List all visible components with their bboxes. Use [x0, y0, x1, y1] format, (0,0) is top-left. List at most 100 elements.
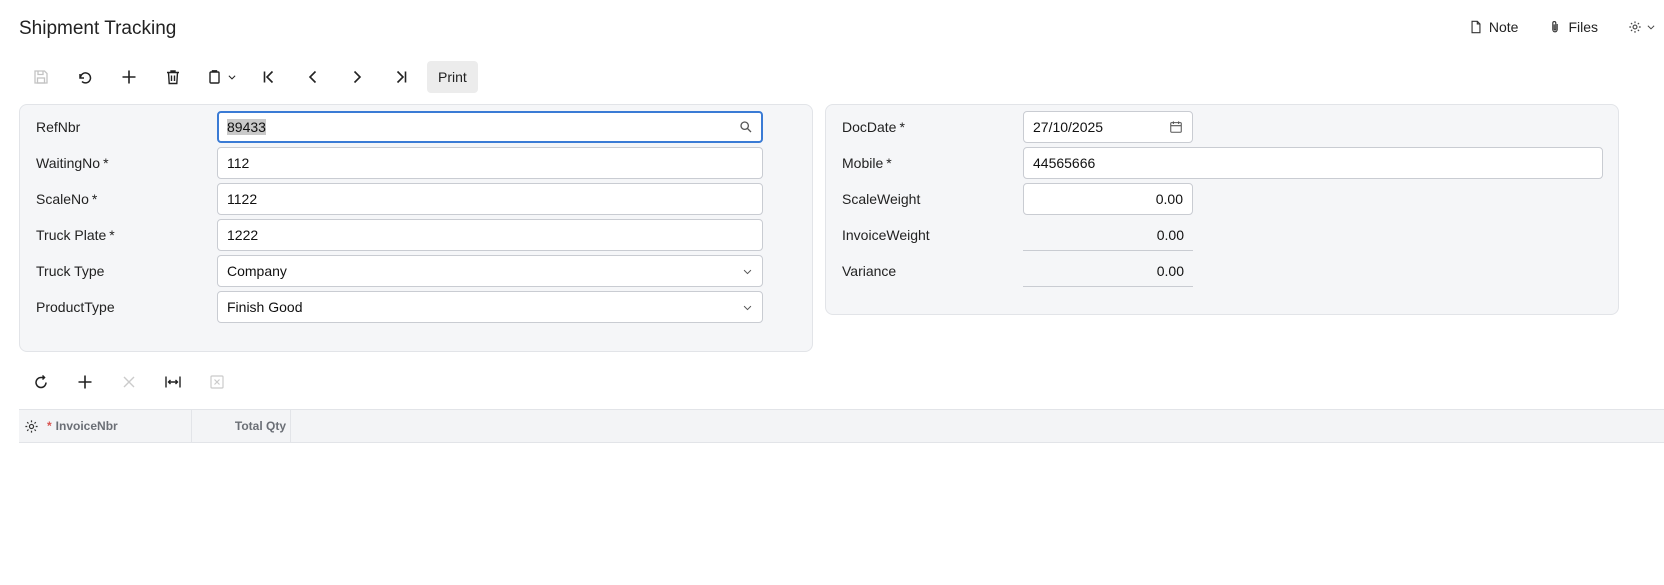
docdate-label: DocDate [842, 119, 897, 135]
product-type-label: ProductType [36, 299, 115, 315]
mobile-row: Mobile * 44565666 [842, 147, 1603, 179]
column-header-total-qty[interactable]: Total Qty [192, 410, 291, 442]
chevron-down-icon [1647, 25, 1655, 30]
fit-width-icon [165, 376, 181, 388]
last-page-icon [396, 70, 407, 84]
mobile-label: Mobile [842, 155, 884, 171]
copy-paste-menu-button[interactable] [195, 61, 247, 93]
truck-type-value: Company [227, 263, 287, 279]
invoice-weight-label: InvoiceWeight [842, 227, 930, 243]
grid-settings-button[interactable] [19, 410, 43, 442]
invoice-weight-value: 0.00 [1023, 219, 1193, 251]
chevron-down-icon [743, 269, 752, 274]
docdate-value: 27/10/2025 [1033, 119, 1104, 135]
form-panel-left: RefNbr 89433 WaitingNo * 112 ScaleNo * 112… [19, 104, 813, 352]
settings-menu-button[interactable] [1628, 20, 1656, 34]
truck-plate-label: Truck Plate [36, 227, 107, 243]
previous-record-button[interactable] [291, 61, 335, 93]
mobile-input[interactable]: 44565666 [1023, 147, 1603, 179]
waitingno-value: 112 [227, 155, 250, 171]
required-marker: * [109, 227, 115, 243]
grid-toolbar [19, 366, 239, 398]
required-marker: * [47, 419, 52, 433]
note-button[interactable]: Note [1469, 19, 1519, 35]
save-button[interactable] [19, 61, 63, 93]
note-icon [1471, 20, 1481, 34]
scale-weight-value: 0.00 [1155, 191, 1183, 207]
docdate-row: DocDate * 27/10/2025 [842, 111, 1193, 143]
mobile-value: 44565666 [1033, 155, 1096, 171]
note-label: Note [1488, 19, 1519, 35]
gear-icon [24, 419, 38, 433]
chevron-right-icon [353, 70, 362, 84]
docdate-input[interactable]: 27/10/2025 [1023, 111, 1193, 143]
refresh-icon [35, 374, 47, 389]
undo-icon [79, 72, 92, 84]
refnbr-label: RefNbr [36, 119, 81, 135]
fit-columns-button[interactable] [151, 366, 195, 398]
scale-weight-label: ScaleWeight [842, 191, 921, 207]
invoice-weight-row: InvoiceWeight 0.00 [842, 219, 1193, 251]
plus-icon [78, 375, 92, 389]
column-header-label: InvoiceNbr [55, 419, 118, 433]
scale-weight-input[interactable]: 0.00 [1023, 183, 1193, 215]
waitingno-label: WaitingNo [36, 155, 101, 171]
files-label: Files [1568, 19, 1598, 35]
truck-type-row: Truck Type Company [36, 255, 763, 287]
variance-row: Variance 0.00 [842, 255, 1193, 287]
top-actions: Note Files [1439, 18, 1664, 36]
truck-type-label: Truck Type [36, 263, 105, 279]
truck-plate-value: 1222 [227, 227, 259, 243]
waitingno-input[interactable]: 112 [217, 147, 763, 179]
delete-button[interactable] [151, 61, 195, 93]
paperclip-icon [1552, 21, 1559, 33]
excel-icon [210, 375, 224, 389]
grid-header: * InvoiceNbr Total Qty [19, 409, 1664, 443]
scale-weight-row: ScaleWeight 0.00 [842, 183, 1193, 215]
main-toolbar: Print [19, 61, 478, 93]
save-icon [34, 70, 48, 84]
chevron-left-icon [308, 70, 317, 84]
scaleno-value: 1122 [227, 191, 258, 207]
first-record-button[interactable] [247, 61, 291, 93]
product-type-value: Finish Good [227, 299, 303, 315]
export-excel-button[interactable] [195, 366, 239, 398]
close-icon [123, 376, 135, 388]
search-icon[interactable] [739, 120, 753, 134]
column-header-invoicenbr[interactable]: * InvoiceNbr [43, 410, 192, 442]
next-record-button[interactable] [335, 61, 379, 93]
column-header-label: Total Qty [234, 419, 286, 433]
add-row-button[interactable] [63, 366, 107, 398]
required-marker: * [103, 155, 109, 171]
refresh-button[interactable] [19, 366, 63, 398]
truck-plate-row: Truck Plate * 1222 [36, 219, 763, 251]
required-marker: * [886, 155, 892, 171]
gear-icon [1629, 21, 1641, 33]
variance-value: 0.00 [1023, 255, 1193, 287]
product-type-row: ProductType Finish Good [36, 291, 763, 323]
add-button[interactable] [107, 61, 151, 93]
page-title: Shipment Tracking [19, 18, 177, 39]
trash-icon [167, 70, 179, 85]
files-button[interactable]: Files [1548, 19, 1598, 35]
refnbr-row: RefNbr 89433 [36, 111, 763, 143]
calendar-icon[interactable] [1169, 120, 1183, 134]
product-type-select[interactable]: Finish Good [217, 291, 763, 323]
variance-label: Variance [842, 263, 897, 279]
print-button[interactable]: Print [427, 61, 478, 93]
scaleno-input[interactable]: 1122 [217, 183, 763, 215]
truck-type-select[interactable]: Company [217, 255, 763, 287]
waitingno-row: WaitingNo * 112 [36, 147, 763, 179]
first-page-icon [263, 70, 274, 84]
clipboard-icon [208, 70, 220, 84]
refnbr-input[interactable]: 89433 [217, 111, 763, 143]
truck-plate-input[interactable]: 1222 [217, 219, 763, 251]
chevron-down-icon [228, 75, 235, 80]
undo-button[interactable] [63, 61, 107, 93]
scaleno-row: ScaleNo * 1122 [36, 183, 763, 215]
last-record-button[interactable] [379, 61, 423, 93]
form-panel-right: DocDate * 27/10/2025 Mobile * 44565666 Sca… [825, 104, 1619, 315]
chevron-down-icon [743, 305, 752, 310]
refnbr-value: 89433 [227, 119, 266, 135]
delete-row-button[interactable] [107, 366, 151, 398]
